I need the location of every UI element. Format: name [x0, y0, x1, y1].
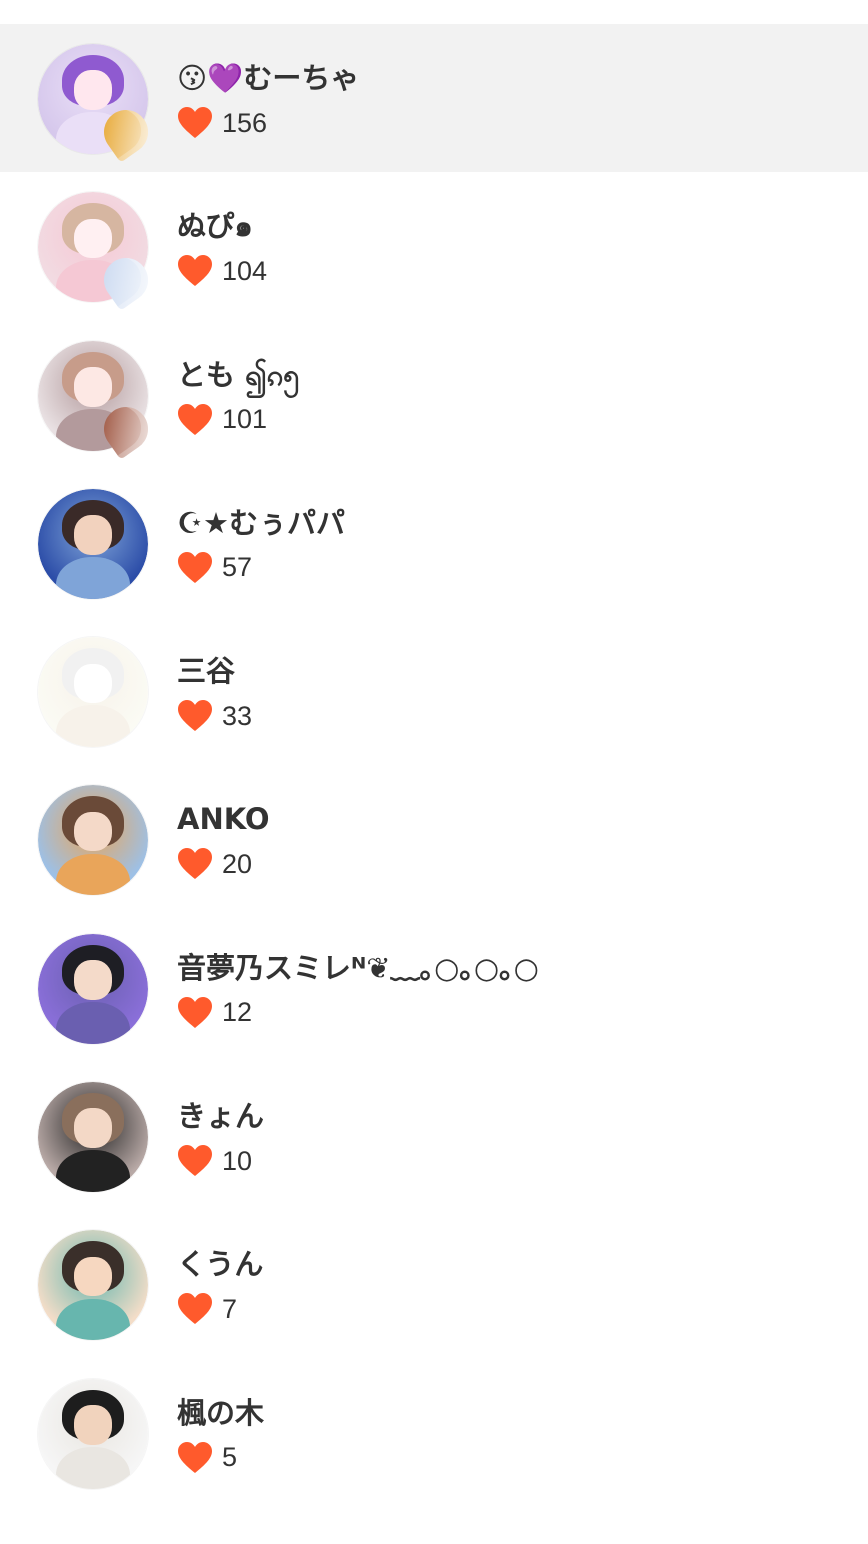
- heart-shape: [178, 107, 212, 138]
- heart-icon: [178, 1441, 212, 1473]
- user-name: とも ၍ၵ၅: [177, 357, 300, 392]
- user-row[interactable]: 三谷 33: [0, 617, 868, 765]
- user-row[interactable]: 😗💜むーちゃ 156: [0, 24, 868, 173]
- user-row[interactable]: ANKO 20: [0, 765, 868, 913]
- avatar-face: [74, 960, 112, 1000]
- user-name: ☪★むぅパパ: [177, 505, 345, 540]
- like-count: 156: [222, 107, 268, 138]
- user-name: ぬぴ๑: [177, 209, 253, 244]
- like-count: 7: [222, 1293, 238, 1324]
- like-count: 5: [222, 1442, 238, 1473]
- heart-shape: [178, 403, 212, 435]
- like-count: 20: [222, 848, 253, 879]
- avatar-face: [74, 515, 112, 555]
- like-count-row: 57: [177, 549, 252, 587]
- user-name: 楓の木: [177, 1395, 265, 1430]
- like-count-row: 7: [177, 1290, 237, 1328]
- heart-icon: [178, 700, 212, 732]
- heart-icon: [178, 848, 212, 880]
- user-avatar[interactable]: [38, 785, 148, 896]
- heart-icon: [178, 551, 212, 583]
- heart-shape: [178, 255, 212, 287]
- like-count-row: 5: [177, 1439, 237, 1477]
- heart-icon: [178, 1145, 212, 1177]
- user-name: ANKO: [177, 802, 270, 837]
- like-count-row: 33: [177, 697, 252, 735]
- heart-shape: [178, 551, 212, 583]
- heart-icon: [178, 107, 212, 138]
- avatar-face: [74, 1405, 112, 1445]
- user-avatar[interactable]: [38, 1230, 148, 1341]
- like-count: 104: [222, 255, 268, 286]
- user-row[interactable]: ☪★むぅパパ 57: [0, 469, 868, 617]
- like-count: 10: [222, 1145, 253, 1176]
- user-row[interactable]: 楓の木 5: [0, 1359, 868, 1507]
- follower-ranking-list: 😗💜むーちゃ 156 ぬぴ๑ 104 とも ၍ၵ၅ 101 ☪★むぅパパ 57 三谷 33 ANKO…: [0, 24, 868, 1507]
- avatar-face: [74, 1256, 112, 1297]
- heart-icon: [178, 1293, 212, 1325]
- user-row[interactable]: くうん 7: [0, 1210, 868, 1358]
- user-row[interactable]: とも ၍ၵ၅ 101: [0, 321, 868, 469]
- like-count: 12: [222, 997, 253, 1028]
- user-avatar[interactable]: [38, 488, 148, 599]
- heart-icon: [178, 403, 212, 435]
- like-count-row: 101: [177, 401, 267, 439]
- user-avatar[interactable]: [38, 1378, 148, 1489]
- user-name: 音夢乃スミレᴺ❦﹏｡○｡○｡○: [177, 950, 539, 985]
- avatar-face: [74, 1108, 112, 1149]
- avatar-face: [74, 70, 112, 110]
- heart-shape: [178, 1441, 212, 1473]
- like-count-row: 12: [177, 994, 252, 1032]
- like-count-row: 156: [177, 104, 267, 142]
- user-avatar[interactable]: [38, 637, 148, 748]
- heart-shape: [178, 848, 212, 880]
- user-row[interactable]: 音夢乃スミレᴺ❦﹏｡○｡○｡○ 12: [0, 914, 868, 1062]
- heart-shape: [178, 700, 212, 732]
- like-count: 33: [222, 700, 253, 731]
- heart-icon: [178, 996, 212, 1028]
- user-row[interactable]: ぬぴ๑ 104: [0, 172, 868, 320]
- user-name: くうん: [177, 1247, 264, 1282]
- like-count-row: 104: [177, 252, 267, 290]
- avatar-face: [74, 366, 112, 407]
- user-avatar[interactable]: [38, 933, 148, 1044]
- avatar-face: [74, 663, 112, 704]
- user-row[interactable]: きょん 10: [0, 1062, 868, 1210]
- like-count-row: 20: [177, 845, 252, 883]
- user-name: きょん: [177, 1099, 265, 1134]
- user-name: 三谷: [177, 654, 236, 689]
- like-count: 57: [222, 552, 253, 583]
- user-avatar[interactable]: [38, 1082, 148, 1193]
- like-count-row: 10: [177, 1142, 252, 1180]
- heart-icon: [178, 255, 212, 287]
- heart-shape: [178, 1145, 212, 1177]
- avatar-face: [74, 218, 112, 259]
- user-name: 😗💜むーちゃ: [177, 61, 360, 95]
- heart-shape: [178, 996, 212, 1028]
- like-count: 101: [222, 404, 268, 435]
- heart-shape: [178, 1293, 212, 1325]
- avatar-face: [74, 811, 112, 852]
